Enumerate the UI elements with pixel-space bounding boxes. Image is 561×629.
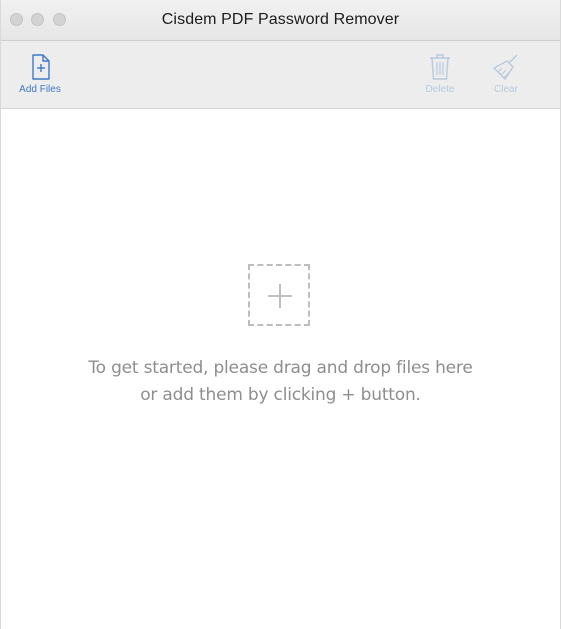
drop-area[interactable]: To get started, please drag and drop fil… bbox=[1, 109, 560, 629]
app-window: Cisdem PDF Password Remover Add Files De… bbox=[0, 0, 561, 629]
clear-button[interactable]: Clear bbox=[478, 53, 534, 103]
document-plus-icon bbox=[12, 53, 68, 81]
title-bar[interactable]: Cisdem PDF Password Remover bbox=[1, 0, 560, 41]
drop-hint-line-1: To get started, please drag and drop fil… bbox=[88, 358, 473, 378]
drop-hint-line-2: or add them by clicking + button. bbox=[140, 385, 421, 405]
add-files-label: Add Files bbox=[19, 84, 61, 95]
trash-icon bbox=[412, 53, 468, 81]
clear-label: Clear bbox=[494, 84, 518, 95]
add-file-drop-target[interactable] bbox=[248, 264, 310, 326]
broom-icon bbox=[478, 53, 534, 81]
window-title: Cisdem PDF Password Remover bbox=[161, 11, 400, 28]
add-files-button[interactable]: Add Files bbox=[12, 53, 68, 103]
delete-label: Delete bbox=[425, 84, 455, 95]
toolbar: Add Files Delete Clear bbox=[1, 41, 560, 109]
delete-button[interactable]: Delete bbox=[412, 53, 468, 103]
